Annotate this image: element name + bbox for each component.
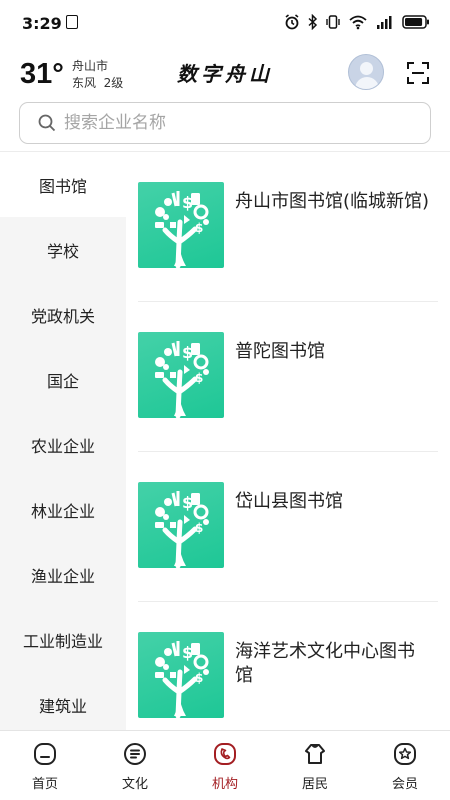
sidebar-item-library[interactable]: 图书馆 — [0, 152, 126, 217]
tab-home[interactable]: 首页 — [0, 731, 90, 800]
tab-resident[interactable]: 居民 — [270, 731, 360, 800]
tab-label: 居民 — [301, 777, 328, 792]
sidebar-item-party-gov[interactable]: 党政机关 — [0, 282, 126, 347]
status-bar: 3:29 — [0, 0, 450, 48]
bluetooth-icon — [308, 14, 318, 30]
institution-icon — [214, 743, 236, 765]
list-item[interactable]: $ $ 海洋艺术文化中心图书馆 — [138, 602, 438, 730]
category-sidebar: 图书馆 学校 党政机关 国企 农业企业 林业企业 渔业企业 工业制造业 建筑业 — [0, 152, 126, 730]
sidebar-item-school[interactable]: 学校 — [0, 217, 126, 282]
battery-icon — [402, 15, 429, 29]
status-time: 3:29 — [22, 14, 62, 33]
tab-label: 文化 — [121, 777, 148, 792]
svg-text:$: $ — [195, 671, 203, 685]
alarm-icon — [285, 14, 299, 30]
sidebar-item-forestry[interactable]: 林业企业 — [0, 477, 126, 542]
member-icon — [394, 743, 416, 765]
list-item[interactable]: $ $ 普陀图书馆 — [138, 302, 438, 452]
tab-institution[interactable]: 机构 — [180, 731, 270, 800]
list-item[interactable]: $ $ 舟山市图书馆(临城新馆) — [138, 152, 438, 302]
tab-label: 机构 — [211, 777, 238, 792]
library-tree-icon: $ $ — [138, 482, 224, 568]
item-name: 岱山县图书馆 — [235, 491, 343, 512]
item-name: 普陀图书馆 — [235, 341, 325, 362]
avatar-head — [360, 62, 373, 75]
svg-text:$: $ — [195, 521, 203, 535]
institution-list: $ $ 舟山市图书馆(临城新馆) $ $ 普陀图书馆 $ $ 岱山县图书馆 $ … — [126, 152, 450, 730]
sidebar-item-soe[interactable]: 国企 — [0, 347, 126, 412]
status-icons — [284, 14, 430, 30]
scan-icon[interactable] — [407, 62, 429, 84]
tab-member[interactable]: 会员 — [360, 731, 450, 800]
signal-icon — [377, 16, 392, 29]
bottom-nav: 首页 文化 机构 居民 会员 — [0, 730, 450, 800]
item-name: 舟山市图书馆(临城新馆) — [235, 191, 430, 212]
library-tree-icon: $ $ — [138, 632, 224, 718]
search-bar[interactable] — [19, 102, 431, 144]
svg-text:$: $ — [195, 371, 203, 385]
sidebar-item-fishery[interactable]: 渔业企业 — [0, 542, 126, 607]
sidebar-item-agriculture[interactable]: 农业企业 — [0, 412, 126, 477]
avatar-body — [355, 77, 379, 89]
item-name: 海洋艺术文化中心图书馆 — [235, 641, 415, 686]
sidebar-item-manufacturing[interactable]: 工业制造业 — [0, 607, 126, 672]
header: 31° 舟山市 东风 2级 数字舟山 — [0, 48, 450, 98]
list-item[interactable]: $ $ 岱山县图书馆 — [138, 452, 438, 602]
sidebar-item-construction[interactable]: 建筑业 — [0, 672, 126, 730]
avatar[interactable] — [348, 54, 384, 90]
search-icon — [38, 114, 56, 132]
tab-label: 会员 — [391, 777, 418, 792]
tab-label: 首页 — [31, 777, 58, 792]
library-tree-icon: $ $ — [138, 332, 224, 418]
library-tree-icon: $ $ — [138, 182, 224, 268]
vibrate-icon — [326, 15, 340, 29]
svg-text:$: $ — [195, 221, 203, 235]
home-icon — [34, 743, 56, 765]
nfc-icon — [66, 15, 78, 29]
culture-icon — [124, 743, 146, 765]
wifi-icon — [349, 15, 367, 30]
tab-culture[interactable]: 文化 — [90, 731, 180, 800]
resident-icon — [305, 744, 325, 764]
search-input[interactable] — [64, 109, 404, 137]
